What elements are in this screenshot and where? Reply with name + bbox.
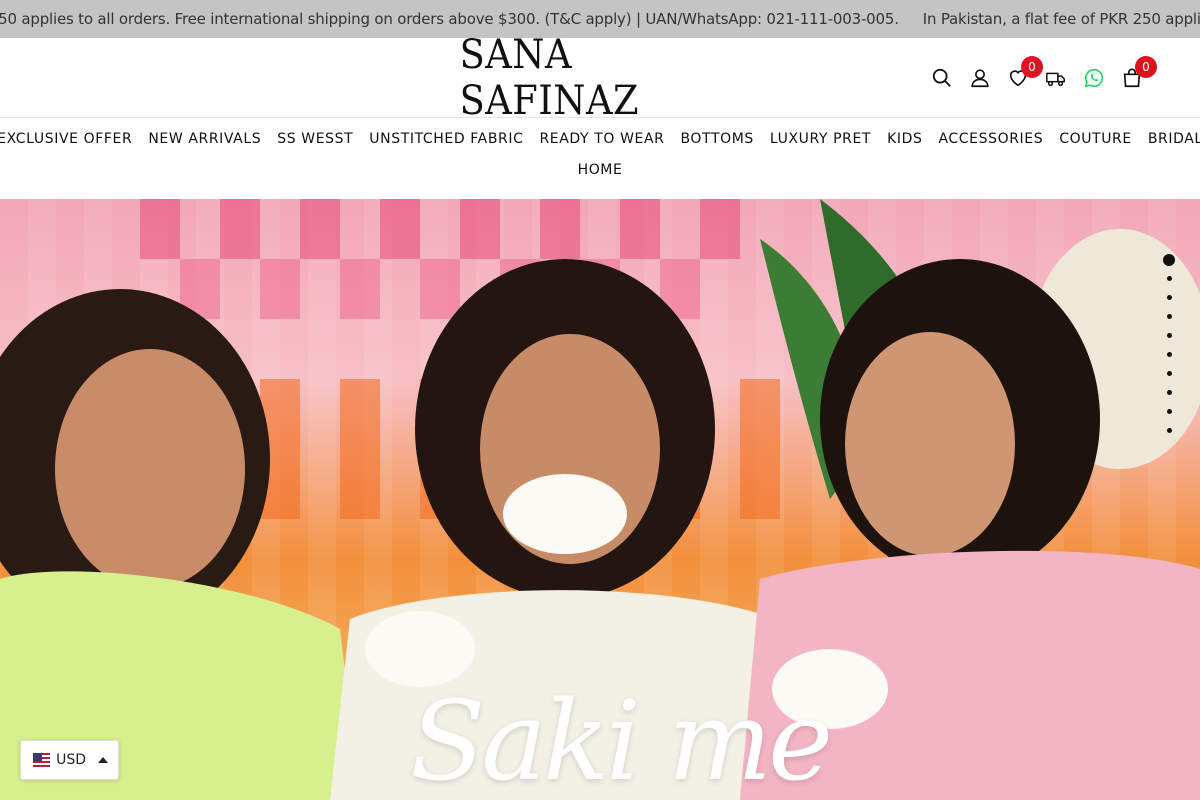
nav-item-luxury-pret[interactable]: LUXURY PRET [762,131,879,147]
brand-logo[interactable]: SANA SAFINAZ [460,32,727,124]
nav-item-exclusive-offer[interactable]: EXCLUSIVE OFFER [0,131,140,147]
truck-icon[interactable] [1044,66,1068,90]
header-icons: 0 0 [930,56,1157,94]
slider-dot[interactable] [1163,254,1175,266]
nav-item-couture[interactable]: COUTURE [1051,131,1140,147]
search-icon[interactable] [930,66,954,90]
announcement-message: R 250 applies to all orders. Free intern… [0,10,899,28]
nav-item-accessories[interactable]: ACCESSORIES [930,131,1051,147]
whatsapp-icon[interactable] [1082,66,1106,90]
slider-dot[interactable] [1166,428,1172,433]
user-icon[interactable] [968,66,992,90]
currency-selector[interactable]: USD [20,740,119,780]
nav-item-home[interactable]: HOME [570,162,631,178]
nav-item-unstitched-fabric[interactable]: UNSTITCHED FABRIC [361,131,531,147]
slider-dot[interactable] [1166,409,1172,414]
us-flag-icon [33,753,51,767]
site-header: SANA SAFINAZ 0 0 [0,32,1200,124]
slider-dot[interactable] [1166,352,1172,357]
nav-item-new-arrivals[interactable]: NEW ARRIVALS [140,131,269,147]
heart-icon[interactable]: 0 [1006,56,1043,90]
slider-dot[interactable] [1166,295,1172,300]
slider-dot[interactable] [1166,314,1172,319]
hero-script-title: Saki me [410,677,833,800]
currency-code: USD [56,752,86,768]
nav-item-bridal[interactable]: BRIDAL [1140,131,1200,147]
slider-dot[interactable] [1166,390,1172,395]
nav-item-kids[interactable]: KIDS [879,131,930,147]
main-navigation: EXCLUSIVE OFFER NEW ARRIVALS SS WESST UN… [0,119,1200,199]
caret-up-icon [98,757,108,763]
hero-banner[interactable]: Saki me [0,199,1200,800]
nav-row-secondary: HOME [0,153,1200,187]
nav-item-ss-wesst[interactable]: SS WESST [269,131,361,147]
nav-item-bottoms[interactable]: BOTTOMS [672,131,761,147]
wishlist-count-badge: 0 [1021,56,1043,78]
slider-pagination [1163,254,1175,433]
nav-item-ready-to-wear[interactable]: READY TO WEAR [531,131,672,147]
cart-count-badge: 0 [1135,56,1157,78]
slider-dot[interactable] [1166,371,1172,376]
slider-dot[interactable] [1166,333,1172,338]
shopping-bag-icon[interactable]: 0 [1120,56,1157,90]
announcement-message: In Pakistan, a flat fee of PKR 250 appli… [922,10,1200,28]
slider-dot[interactable] [1166,276,1172,281]
